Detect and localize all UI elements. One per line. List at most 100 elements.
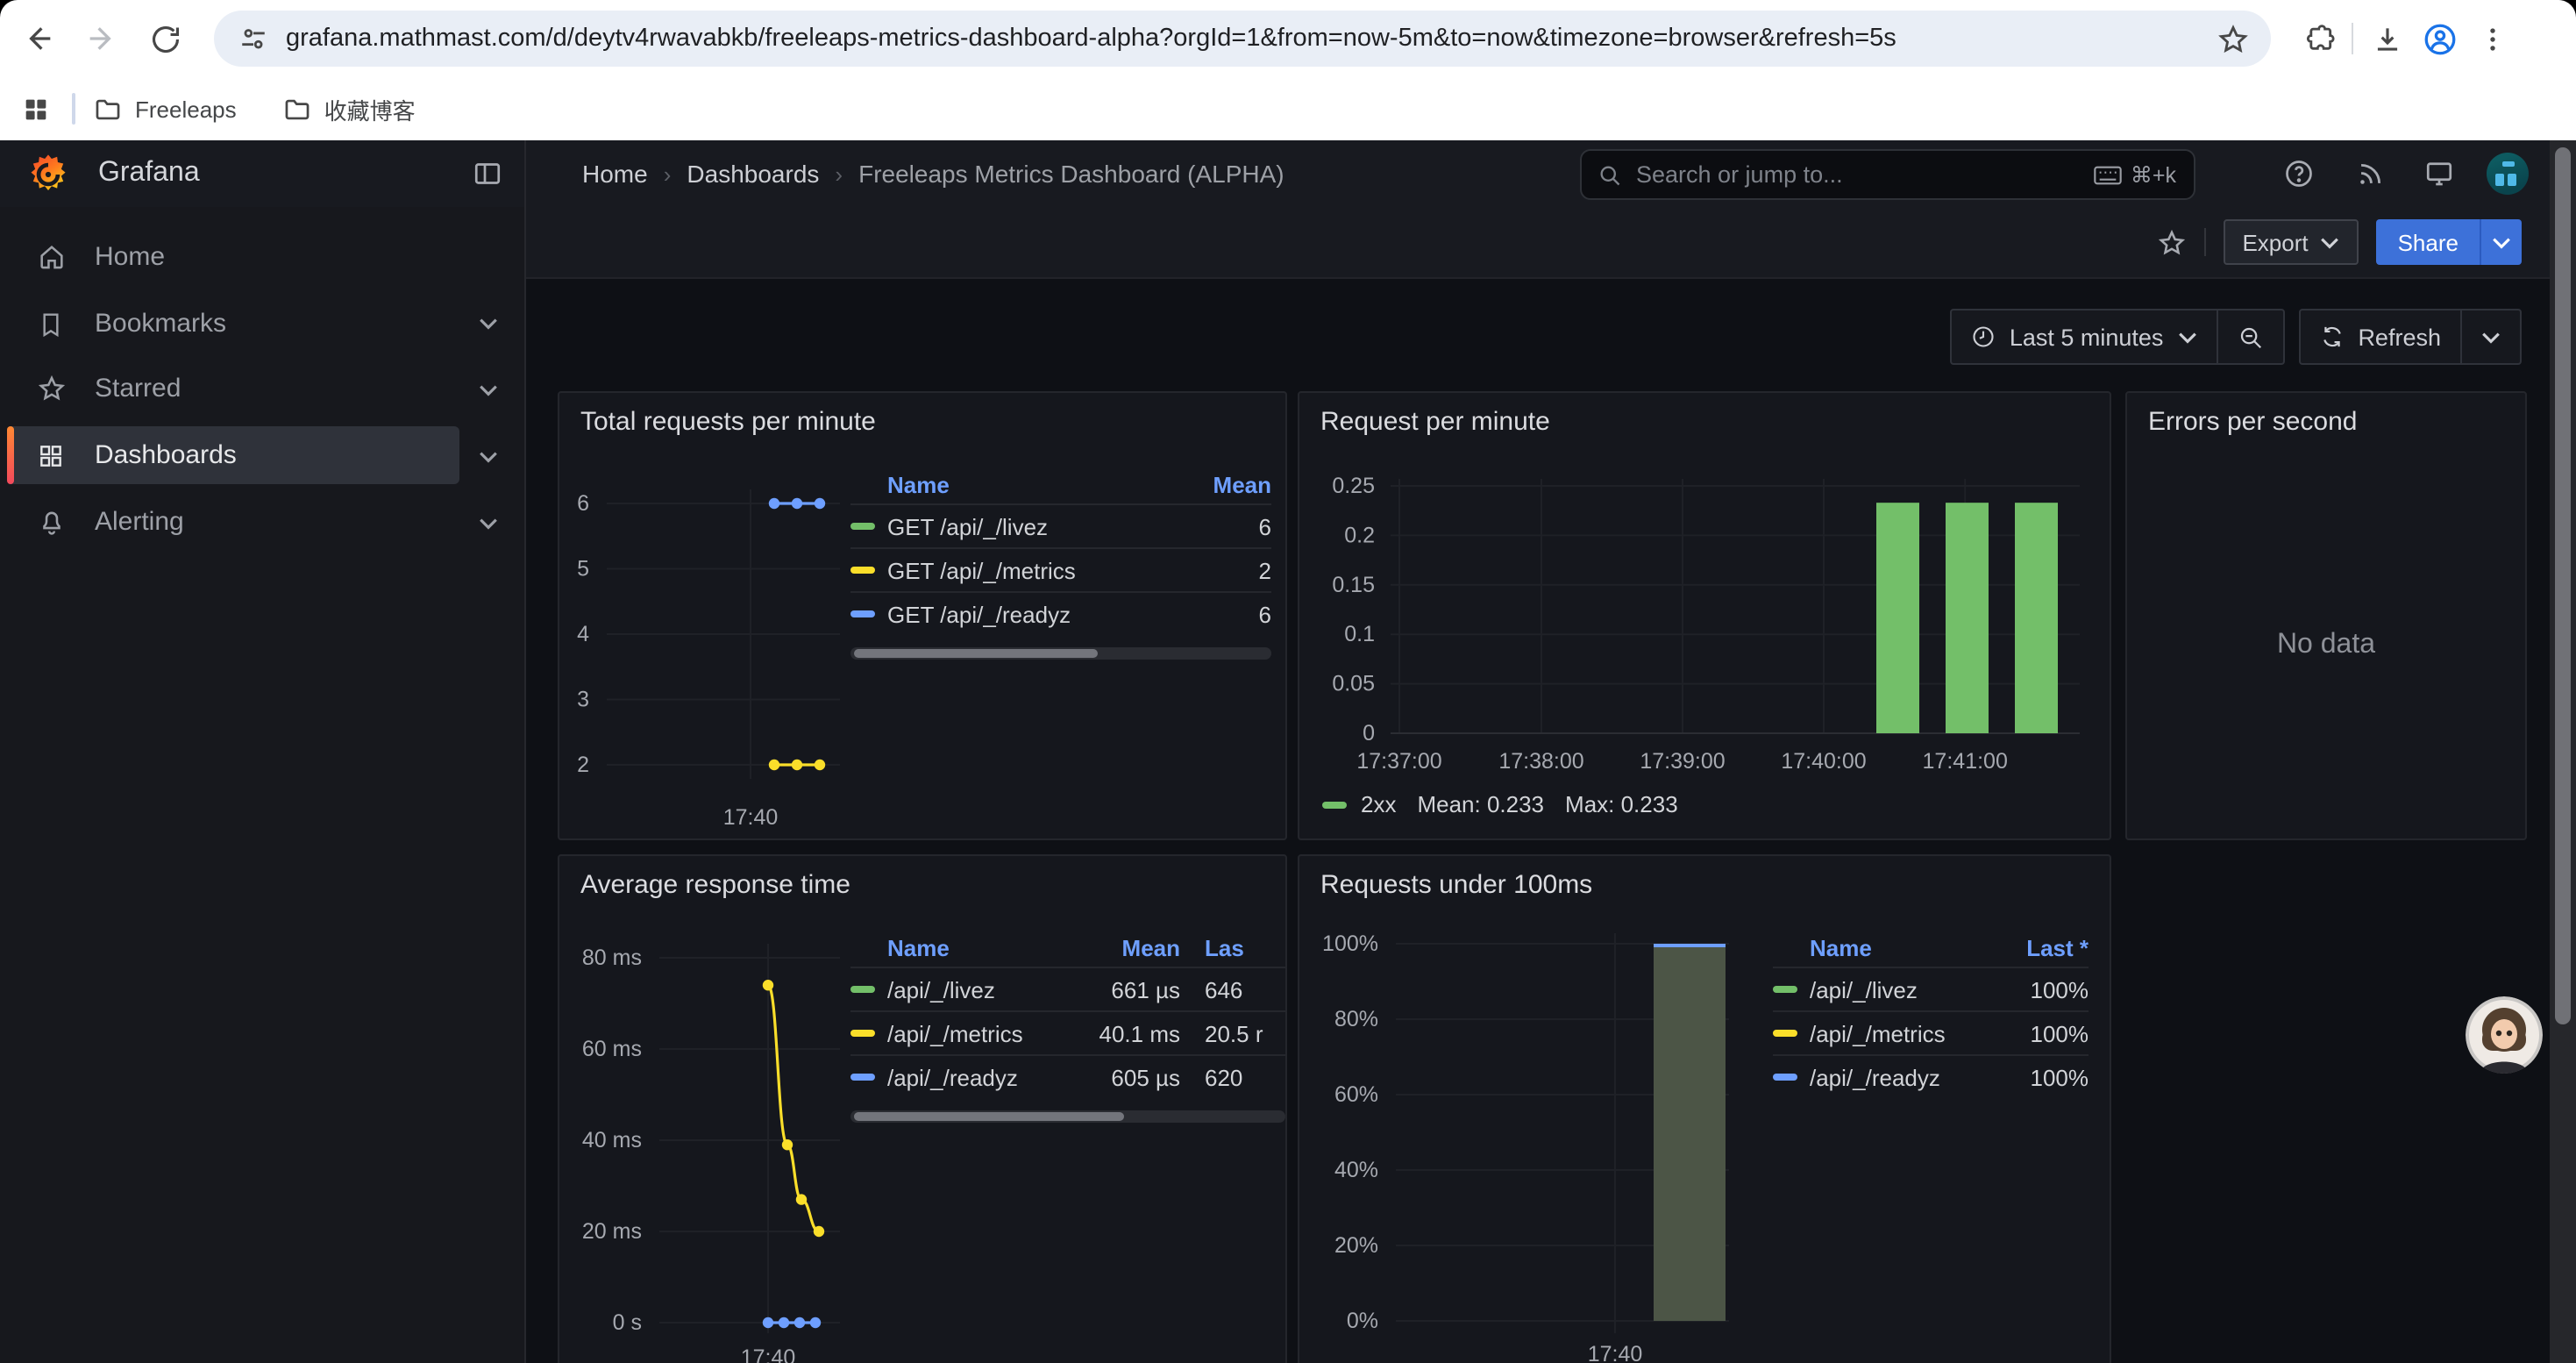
share-button[interactable]: Share	[2377, 219, 2522, 265]
refresh-icon	[2319, 325, 2344, 349]
svg-text:80 ms: 80 ms	[582, 946, 642, 970]
keyboard-icon	[2094, 164, 2122, 185]
bookmark-folder-blogs[interactable]: 收藏博客	[282, 92, 416, 125]
sidebar-toggle-icon[interactable]	[472, 158, 503, 189]
chevron-down-icon[interactable]	[473, 442, 502, 470]
scrollbar-thumb[interactable]	[2555, 147, 2571, 1024]
profile-icon[interactable]	[2413, 12, 2466, 65]
panel-legend: NameMeanGET /api/_/livez6GET /api/_/metr…	[850, 467, 1271, 660]
dashboards-grid-icon	[35, 439, 67, 471]
panel-errors-per-second[interactable]: Errors per second No data	[2125, 391, 2527, 840]
legend-row[interactable]: /api/_/livez100%	[1773, 967, 2089, 1010]
help-icon[interactable]	[2276, 151, 2322, 196]
legend-row[interactable]: GET /api/_/readyz6	[850, 591, 1271, 635]
share-dropdown-button[interactable]	[2480, 219, 2522, 265]
browser-toolbar: grafana.mathmast.com/d/deytv4rwavabkb/fr…	[0, 0, 2576, 77]
legend-scrollbar[interactable]	[850, 1110, 1285, 1123]
user-avatar[interactable]	[2487, 153, 2529, 195]
legend-scrollbar-thumb[interactable]	[854, 1112, 1124, 1121]
apps-grid-icon[interactable]	[21, 94, 51, 124]
browser-menu-icon[interactable]	[2466, 12, 2518, 65]
search-placeholder: Search or jump to...	[1636, 161, 2094, 188]
series-name: /api/_/readyz	[887, 1064, 1018, 1090]
sidebar-item-starred[interactable]: Starred	[7, 360, 459, 417]
grafana-logo[interactable]	[26, 152, 70, 196]
panel-legend[interactable]: 2xx Mean: 0.233 Max: 0.233	[1322, 791, 1678, 817]
svg-text:4: 4	[577, 622, 589, 646]
legend-header-mean[interactable]: Mean	[1082, 935, 1180, 961]
chevron-down-icon[interactable]	[473, 309, 502, 337]
breadcrumb-home[interactable]: Home	[582, 160, 648, 188]
svg-text:17:37:00: 17:37:00	[1356, 749, 1441, 774]
legend-header-name[interactable]: Name	[1773, 935, 1990, 961]
dashboard-toolbar: Export Share	[524, 207, 2576, 279]
legend-header-mean[interactable]: Mean	[1173, 472, 1271, 498]
legend-row[interactable]: GET /api/_/metrics2	[850, 547, 1271, 591]
back-button[interactable]	[14, 14, 63, 63]
legend-header-name[interactable]: Name	[850, 472, 1173, 498]
legend-row[interactable]: /api/_/metrics100%	[1773, 1010, 2089, 1054]
series-name: /api/_/metrics	[887, 1020, 1023, 1046]
legend-scrollbar[interactable]	[850, 647, 1271, 660]
bell-icon	[35, 506, 67, 538]
series-mean: 40.1 ms	[1082, 1020, 1180, 1046]
panel-request-per-minute[interactable]: Request per minute 0.250.20.150.10.05017…	[1298, 391, 2111, 840]
reload-button[interactable]	[140, 14, 189, 63]
series-name: GET /api/_/metrics	[887, 557, 1076, 583]
series-name: /api/_/livez	[887, 976, 995, 1003]
sidebar-item-home[interactable]: Home	[7, 228, 459, 286]
downloads-icon[interactable]	[2360, 12, 2413, 65]
refresh-group: Refresh	[2298, 309, 2522, 365]
series-color-pill	[1773, 1074, 1797, 1081]
legend-scrollbar-thumb[interactable]	[854, 649, 1098, 658]
chevron-down-icon[interactable]	[473, 375, 502, 403]
time-range-picker[interactable]: Last 5 minutes	[1952, 310, 2217, 363]
legend-row[interactable]: /api/_/readyz605 µs620	[850, 1054, 1285, 1098]
address-bar[interactable]: grafana.mathmast.com/d/deytv4rwavabkb/fr…	[214, 11, 2271, 67]
assistant-avatar-button[interactable]	[2466, 996, 2543, 1074]
panel-legend: NameMean Las/api/_/livez661 µs646/api/_/m…	[850, 930, 1285, 1123]
page-scrollbar[interactable]	[2550, 140, 2576, 1363]
svg-text:17:40:00: 17:40:00	[1781, 749, 1866, 774]
refresh-interval-dropdown[interactable]	[2462, 310, 2520, 363]
grafana-header-left: Grafana	[0, 140, 526, 207]
panel-average-response-time[interactable]: Average response time 80 ms60 ms40 ms20 …	[558, 854, 1287, 1363]
time-controls: Last 5 minutes Refresh	[1950, 309, 2522, 361]
panel-total-requests-per-minute[interactable]: Total requests per minute 6543217:40 Nam…	[558, 391, 1287, 840]
series-last: 100%	[1990, 1064, 2089, 1090]
bookmark-folder-freeleaps[interactable]: Freeleaps	[93, 94, 237, 124]
sidebar-item-dashboards[interactable]: Dashboards	[7, 426, 459, 484]
sidebar-item-bookmarks[interactable]: Bookmarks	[7, 295, 459, 353]
svg-text:17:41:00: 17:41:00	[1923, 749, 2008, 774]
legend-row[interactable]: /api/_/livez661 µs646	[850, 967, 1285, 1010]
extensions-icon[interactable]	[2292, 12, 2345, 65]
legend-header-last *[interactable]: Last *	[1990, 935, 2089, 961]
legend-row[interactable]: /api/_/readyz100%	[1773, 1054, 2089, 1098]
legend-row[interactable]: GET /api/_/livez6	[850, 503, 1271, 547]
bookmark-star-icon[interactable]	[2217, 22, 2250, 55]
series-color-pill	[850, 610, 875, 617]
chevron-down-icon	[2177, 331, 2196, 343]
forward-button[interactable]	[77, 14, 126, 63]
favorite-star-icon[interactable]	[2156, 227, 2186, 257]
sidebar-item-alerting[interactable]: Alerting	[7, 493, 459, 551]
export-button[interactable]: Export	[2223, 219, 2359, 265]
svg-text:40 ms: 40 ms	[582, 1128, 642, 1152]
search-input[interactable]: Search or jump to... ⌘+k	[1580, 149, 2195, 200]
panel-requests-under-100ms[interactable]: Requests under 100ms 100%80%60%40%20%0%1…	[1298, 854, 2111, 1363]
url-text[interactable]: grafana.mathmast.com/d/deytv4rwavabkb/fr…	[286, 25, 2202, 53]
sidebar: Home Bookmarks Starred Dashboards	[0, 207, 526, 1363]
refresh-button[interactable]: Refresh	[2300, 310, 2460, 363]
news-rss-icon[interactable]	[2346, 151, 2392, 196]
breadcrumb-dashboards[interactable]: Dashboards	[687, 160, 819, 188]
series-name: 2xx	[1361, 791, 1396, 817]
site-settings-icon[interactable]	[238, 24, 268, 54]
chevron-down-icon[interactable]	[473, 509, 502, 537]
monitor-icon[interactable]	[2416, 151, 2462, 196]
series-name: /api/_/metrics	[1810, 1020, 1946, 1046]
legend-header-las[interactable]: Las	[1205, 935, 1285, 961]
legend-row[interactable]: /api/_/metrics40.1 ms20.5 r	[850, 1010, 1285, 1054]
zoom-out-button[interactable]	[2217, 310, 2282, 363]
legend-header-name[interactable]: Name	[850, 935, 1082, 961]
bookmark-icon	[35, 308, 67, 339]
